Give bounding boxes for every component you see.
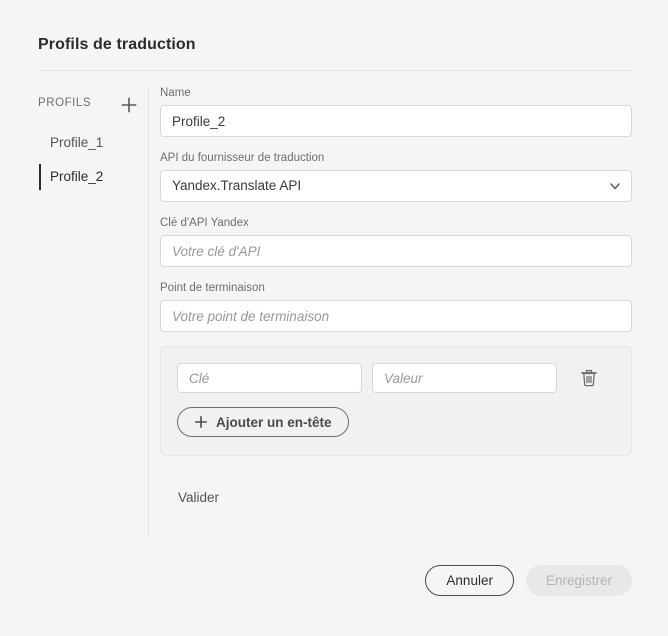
header-row bbox=[177, 363, 615, 393]
page-title: Profils de traduction bbox=[38, 36, 196, 53]
profile-item-label: Profile_1 bbox=[50, 135, 104, 150]
add-profile-button[interactable] bbox=[118, 94, 140, 116]
profile-item-1[interactable]: Profile_1 bbox=[38, 126, 148, 160]
profile-form: Name API du fournisseur de traduction Ya… bbox=[160, 86, 632, 509]
header-key-input[interactable] bbox=[177, 363, 362, 393]
validate-button[interactable]: Valider bbox=[172, 486, 225, 509]
provider-select[interactable]: Yandex.Translate API bbox=[160, 170, 632, 202]
title-divider bbox=[38, 70, 632, 71]
sidebar-divider bbox=[148, 86, 149, 536]
profile-item-2[interactable]: Profile_2 bbox=[38, 160, 148, 194]
api-key-label: Clé d'API Yandex bbox=[160, 217, 249, 229]
name-field-block: Name bbox=[160, 86, 632, 137]
add-header-label: Ajouter un en-tête bbox=[216, 414, 332, 430]
add-header-button[interactable]: Ajouter un en-tête bbox=[177, 407, 349, 437]
dialog-footer: Annuler Enregistrer bbox=[425, 565, 632, 596]
plus-icon bbox=[195, 416, 207, 428]
api-key-input[interactable] bbox=[160, 235, 632, 267]
endpoint-input[interactable] bbox=[160, 300, 632, 332]
provider-select-wrap: Yandex.Translate API bbox=[160, 170, 632, 202]
cancel-button[interactable]: Annuler bbox=[425, 565, 514, 596]
trash-icon bbox=[581, 369, 597, 387]
dialog-body: PROFILS Profile_1 Profile_2 Name Profile… bbox=[38, 86, 632, 536]
endpoint-field-block: Point de terminaison bbox=[160, 281, 632, 332]
name-label: Name bbox=[160, 87, 191, 99]
name-input[interactable] bbox=[160, 105, 632, 137]
headers-panel: Ajouter un en-tête bbox=[160, 346, 632, 456]
sidebar-header: PROFILS bbox=[38, 95, 148, 117]
profile-item-label: Profile_2 bbox=[50, 169, 104, 184]
plus-icon bbox=[121, 97, 137, 113]
provider-label: API du fournisseur de traduction bbox=[160, 152, 325, 164]
profiles-sidebar: PROFILS Profile_1 Profile_2 bbox=[38, 86, 148, 536]
delete-header-button[interactable] bbox=[577, 366, 601, 390]
header-value-input[interactable] bbox=[372, 363, 557, 393]
translation-profiles-dialog: Profils de traduction PROFILS Profile_1 … bbox=[0, 0, 668, 636]
save-button: Enregistrer bbox=[525, 565, 632, 596]
api-key-field-block: Clé d'API Yandex bbox=[160, 216, 632, 267]
profile-list: Profile_1 Profile_2 bbox=[38, 126, 148, 194]
sidebar-header-label: PROFILS bbox=[38, 97, 92, 109]
endpoint-label: Point de terminaison bbox=[160, 282, 265, 294]
provider-field-block: API du fournisseur de traduction Yandex.… bbox=[160, 151, 632, 202]
